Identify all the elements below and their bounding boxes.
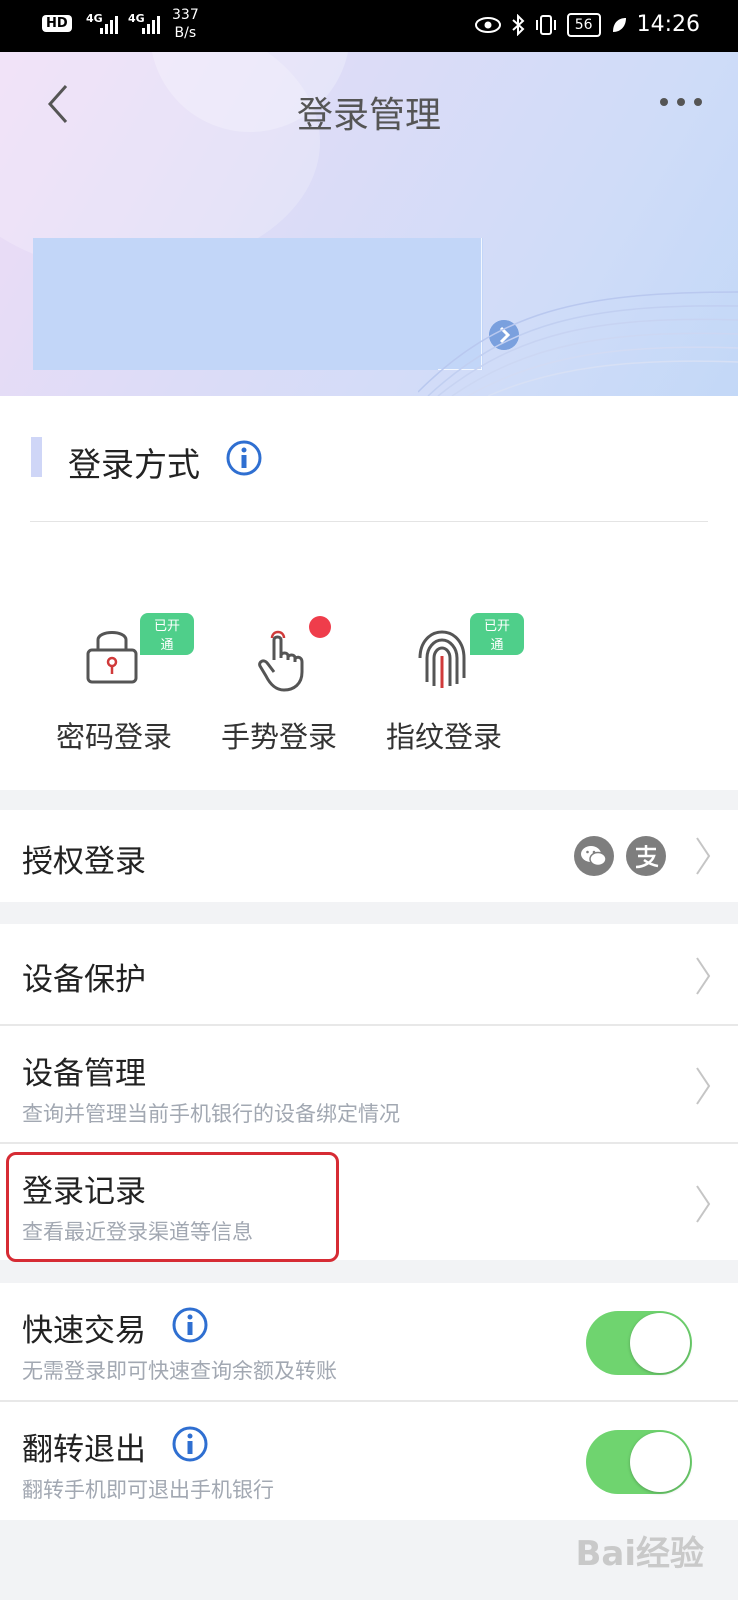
clock: 14:26 xyxy=(636,12,700,37)
row-title: 翻转退出 xyxy=(22,1432,146,1468)
toggle-knob xyxy=(630,1313,690,1373)
row-device-protect[interactable]: 设备保护 xyxy=(0,924,738,1026)
banner[interactable] xyxy=(33,238,483,370)
wechat-icon xyxy=(574,836,614,876)
toggle-knob xyxy=(630,1432,690,1492)
chevron-right-icon xyxy=(696,837,711,875)
section-accent xyxy=(31,437,42,477)
method-label: 指纹登录 xyxy=(385,720,502,754)
method-gesture[interactable]: 手势登录 xyxy=(199,616,359,756)
network-speed: 337 B/s xyxy=(172,7,199,41)
row-title: 设备管理 xyxy=(22,1056,146,1092)
method-label: 密码登录 xyxy=(55,720,172,754)
row-subtitle: 无需登录即可快速查询余额及转账 xyxy=(22,1359,337,1383)
row-auth-login[interactable]: 授权登录 xyxy=(0,810,738,902)
info-icon[interactable] xyxy=(226,440,262,476)
notification-dot xyxy=(309,616,331,638)
header-hero: 登录管理 xyxy=(0,52,738,396)
row-subtitle: 翻转手机即可退出手机银行 xyxy=(22,1478,274,1502)
row-flip-exit: 翻转退出 翻转手机即可退出手机银行 xyxy=(0,1402,738,1520)
quick-trade-toggle[interactable] xyxy=(586,1311,692,1375)
chevron-right-icon xyxy=(696,1067,711,1105)
wave-decoration xyxy=(418,291,738,396)
status-badge: 已开通 xyxy=(140,613,194,655)
lock-icon xyxy=(86,631,138,684)
watermark: Bai经验 xyxy=(575,1534,704,1574)
page-title: 登录管理 xyxy=(296,95,441,136)
row-quick-trade: 快速交易 无需登录即可快速查询余额及转账 xyxy=(0,1283,738,1401)
status-badge: 已开通 xyxy=(470,613,524,655)
info-icon[interactable] xyxy=(172,1307,208,1343)
status-bar: HD 4G 4G 337 B/s 56 14:26 xyxy=(0,0,738,52)
row-title: 快速交易 xyxy=(22,1313,146,1349)
method-fingerprint[interactable]: 已开通 指纹登录 xyxy=(364,613,524,756)
row-subtitle: 查询并管理当前手机银行的设备绑定情况 xyxy=(22,1102,400,1126)
row-title: 授权登录 xyxy=(22,844,146,880)
method-label: 手势登录 xyxy=(220,720,337,754)
highlight-box xyxy=(6,1152,339,1262)
gesture-icon xyxy=(258,630,304,692)
chevron-right-icon xyxy=(696,1185,711,1223)
row-title: 设备保护 xyxy=(22,962,146,998)
row-device-manage[interactable]: 设备管理 查询并管理当前手机银行的设备绑定情况 xyxy=(0,1026,738,1143)
battery-indicator: 56 xyxy=(566,12,601,37)
hd-icon: HD xyxy=(42,15,72,32)
more-icon[interactable] xyxy=(658,94,704,110)
alipay-icon xyxy=(626,836,666,876)
leaf-icon xyxy=(612,17,626,32)
login-methods-section: 登录方式 已开通 密码登录 手势登录 已开通 指纹登录 xyxy=(0,396,738,790)
fingerprint-icon xyxy=(418,630,466,688)
vibrate-icon xyxy=(535,14,556,35)
info-icon[interactable] xyxy=(172,1426,208,1462)
signal-bars-icon xyxy=(100,16,118,34)
bluetooth-icon xyxy=(512,13,525,36)
method-password[interactable]: 已开通 密码登录 xyxy=(34,613,194,756)
flip-exit-toggle[interactable] xyxy=(586,1430,692,1494)
section-title: 登录方式 xyxy=(68,445,200,484)
signal-bars-icon xyxy=(142,16,160,34)
eye-icon xyxy=(474,16,501,33)
chevron-right-icon xyxy=(696,957,711,995)
